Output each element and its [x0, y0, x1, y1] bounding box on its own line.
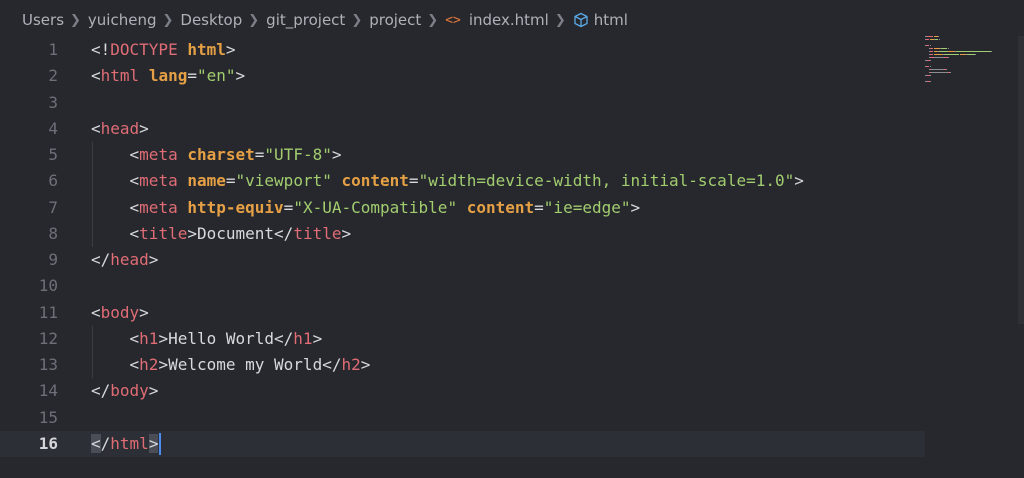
line-number: 4 — [48, 118, 58, 138]
code-text: <head> — [91, 118, 149, 138]
code-line[interactable]: 14 </body> — [0, 378, 925, 404]
minimap-stroke — [929, 54, 934, 55]
minimap-stroke — [950, 72, 952, 73]
code-line[interactable]: 5 <meta charset="UTF-8"> — [0, 142, 925, 168]
code-line[interactable]: 6 <meta name="viewport" content="width=d… — [0, 168, 925, 194]
code-text: <body> — [91, 302, 149, 322]
code-text: <meta http-equiv="X-UA-Compatible" conte… — [91, 197, 641, 217]
line-number: 15 — [38, 407, 58, 427]
line-number: 6 — [48, 171, 58, 191]
minimap-stroke — [929, 66, 931, 67]
chevron-right-icon: ❯ — [248, 12, 260, 28]
breadcrumb-index-html[interactable]: index.html — [469, 11, 549, 29]
minimap-stroke — [925, 39, 930, 40]
code-line[interactable]: 16 </html> — [0, 430, 925, 457]
minimap-stroke — [937, 36, 939, 37]
code-line[interactable]: 4 <head> — [0, 116, 925, 142]
code-line[interactable]: 1 <!DOCTYPE html> — [0, 37, 925, 63]
code-line[interactable]: 15 — [0, 405, 925, 431]
code-text: <!DOCTYPE html> — [91, 40, 236, 59]
line-number: 1 — [48, 40, 58, 59]
code-text: <meta name="viewport" content="width=dev… — [91, 171, 804, 191]
minimap[interactable] — [925, 36, 1020, 96]
indent-guide — [92, 325, 93, 379]
symbol-element-icon — [573, 12, 589, 28]
minimap-stroke — [930, 60, 932, 61]
chevron-right-icon: ❯ — [162, 12, 174, 28]
chevron-right-icon: ❯ — [427, 12, 439, 28]
code-editor[interactable]: 1 <!DOCTYPE html> 2 <html lang="en"> 3 4 <head… — [0, 37, 1024, 478]
line-number: 13 — [38, 355, 58, 374]
minimap-stroke — [955, 51, 991, 52]
line-number: 9 — [48, 250, 58, 269]
breadcrumb-html-symbol[interactable]: html — [594, 11, 628, 29]
minimap-stroke — [930, 75, 932, 76]
code-line[interactable]: 11 <body> — [0, 300, 925, 326]
breadcrumb-yuicheng[interactable]: yuicheng — [88, 11, 157, 29]
code-text: </head> — [91, 250, 159, 269]
code-line[interactable]: 12 <h1>Hello World</h1> — [0, 326, 925, 352]
breadcrumb-project[interactable]: project — [369, 11, 421, 29]
minimap-stroke — [929, 48, 934, 49]
indent-guide — [92, 142, 93, 247]
minimap-stroke — [990, 51, 992, 52]
minimap-stroke — [929, 51, 934, 52]
breadcrumb-desktop[interactable]: Desktop — [180, 11, 242, 29]
line-number: 7 — [48, 197, 58, 217]
chevron-right-icon: ❯ — [351, 12, 363, 28]
minimap-stroke — [948, 57, 950, 58]
minimap-stroke — [931, 72, 949, 73]
code-line[interactable]: 10 — [0, 273, 925, 299]
code-file-icon: <> — [445, 12, 461, 28]
breadcrumb-git-project[interactable]: git_project — [266, 11, 345, 29]
code-text: </html> — [91, 431, 162, 457]
line-number: 2 — [48, 66, 58, 86]
code-line[interactable]: 2 <html lang="en"> — [0, 63, 925, 89]
code-text: </body> — [91, 381, 159, 401]
code-line[interactable]: 8 <title>Document</title> — [0, 221, 925, 247]
code-text: <h1>Hello World</h1> — [91, 328, 323, 348]
breadcrumb: Users ❯ yuicheng ❯ Desktop ❯ git_project… — [0, 0, 1024, 40]
minimap-stroke — [934, 54, 943, 55]
chevron-right-icon: ❯ — [554, 12, 566, 28]
minimap-stroke — [930, 81, 932, 82]
line-number: 14 — [38, 381, 58, 401]
code-line[interactable]: 13 <h2>Welcome my World</h2> — [0, 352, 925, 378]
line-number: 11 — [38, 302, 58, 322]
minimap-stroke — [931, 69, 944, 70]
code-line[interactable]: 9 </head> — [0, 247, 925, 273]
line-number: 3 — [48, 92, 58, 112]
code-text: <title>Document</title> — [91, 223, 352, 243]
vertical-scrollbar[interactable] — [1018, 36, 1024, 324]
code-text: <h2>Welcome my World</h2> — [91, 355, 371, 374]
text-cursor — [159, 433, 162, 456]
line-number: 10 — [38, 276, 58, 296]
minimap-stroke — [945, 69, 947, 70]
chevron-right-icon: ❯ — [70, 12, 81, 28]
minimap-stroke — [938, 39, 940, 40]
line-number: 8 — [48, 223, 58, 243]
code-text: <meta charset="UTF-8"> — [91, 145, 342, 164]
line-number: 16 — [38, 433, 58, 453]
minimap-stroke — [967, 54, 976, 55]
line-number: 12 — [38, 328, 58, 348]
minimap-stroke — [934, 57, 944, 58]
minimap-stroke — [943, 54, 960, 55]
code-text: <html lang="en"> — [91, 66, 246, 86]
code-line[interactable]: 3 — [0, 90, 925, 116]
minimap-stroke — [938, 51, 948, 52]
minimap-stroke — [929, 45, 931, 46]
breadcrumb-users[interactable]: Users — [22, 11, 64, 29]
minimap-stroke — [975, 54, 977, 55]
minimap-stroke — [947, 48, 949, 49]
minimap-stroke — [926, 36, 934, 37]
code-line[interactable]: 7 <meta http-equiv="X-UA-Compatible" con… — [0, 195, 925, 221]
line-number: 5 — [48, 145, 58, 164]
